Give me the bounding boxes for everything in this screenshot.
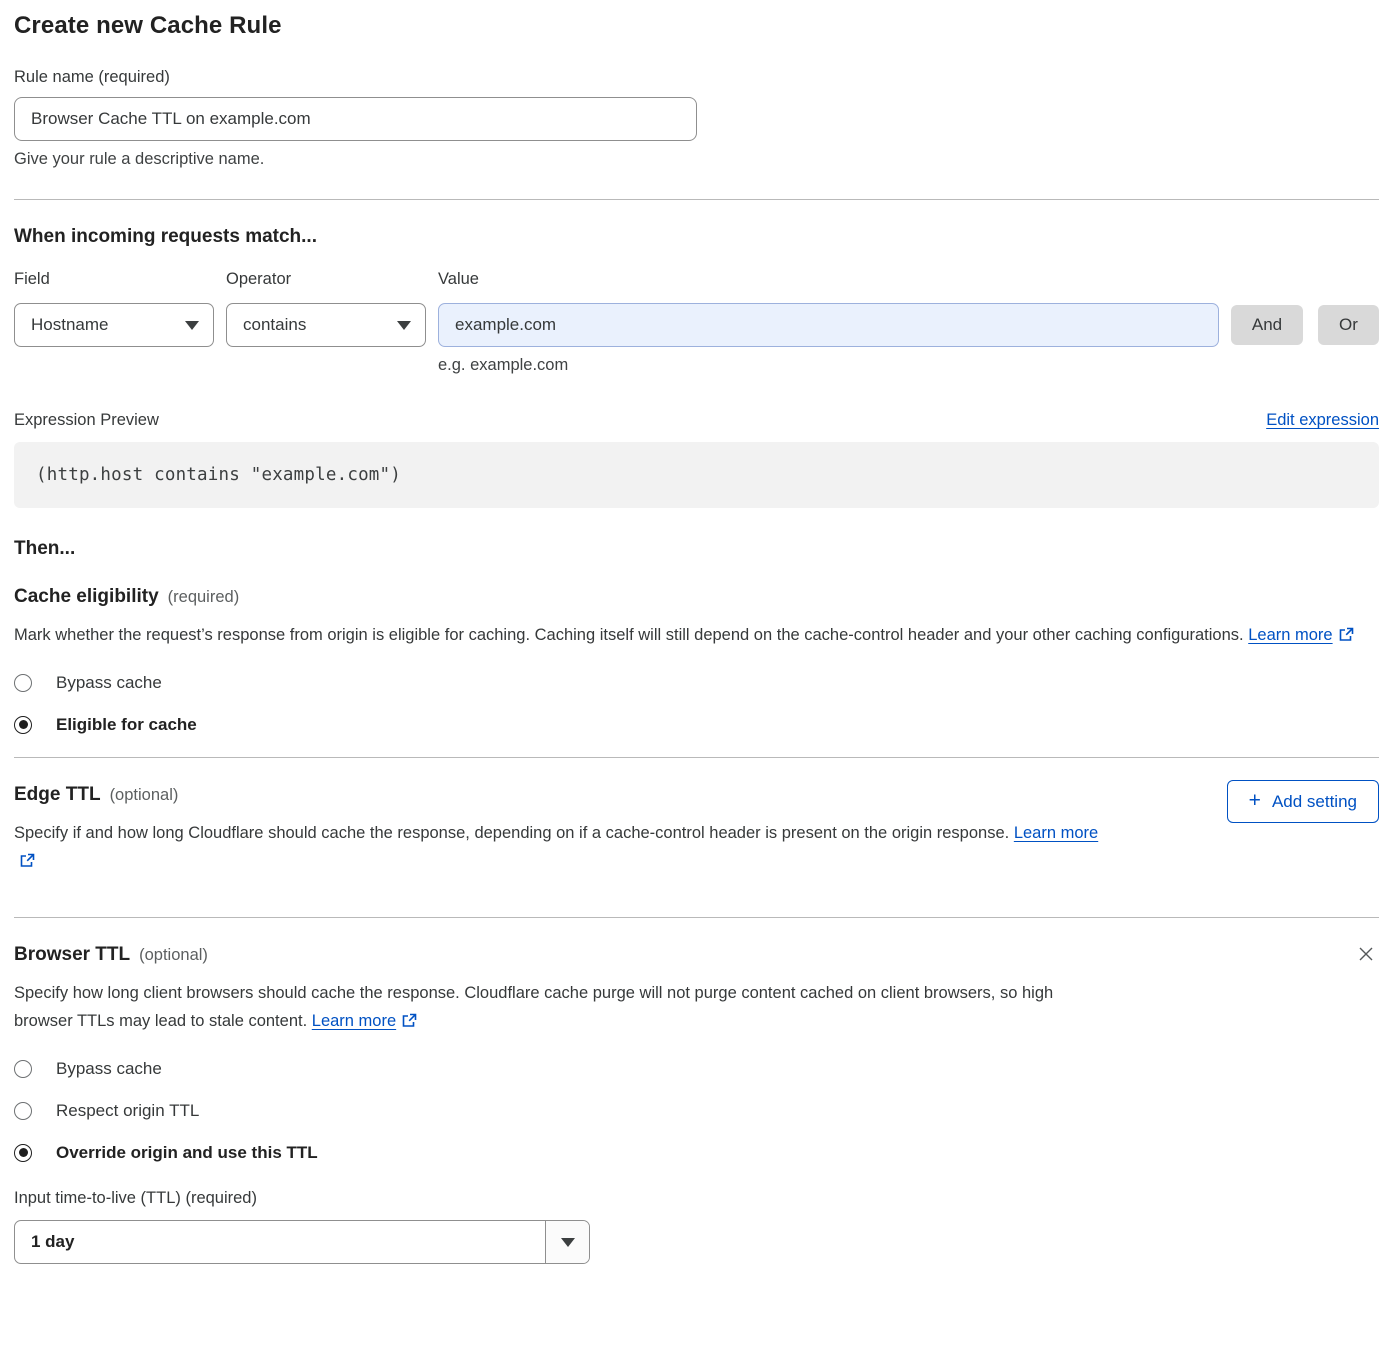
plus-icon: + <box>1249 790 1261 811</box>
external-link-icon <box>1339 627 1354 642</box>
rule-name-input[interactable] <box>14 97 697 141</box>
value-input[interactable] <box>438 303 1219 347</box>
radio-label: Bypass cache <box>56 673 162 693</box>
radio-label: Eligible for cache <box>56 715 197 735</box>
value-label: Value <box>438 270 1219 289</box>
browser-ttl-qualifier: (optional) <box>139 946 208 965</box>
radio-label: Override origin and use this TTL <box>56 1143 318 1163</box>
radio-bypass-cache[interactable]: Bypass cache <box>14 673 1379 693</box>
radio-circle-selected-icon[interactable] <box>14 1144 32 1162</box>
radio-circle-icon[interactable] <box>14 1102 32 1120</box>
browser-ttl-title: Browser TTL <box>14 944 130 966</box>
field-column: Field Hostname <box>14 270 214 347</box>
cache-eligibility-title: Cache eligibility <box>14 586 159 608</box>
divider <box>14 757 1379 758</box>
expression-preview-row: Expression Preview Edit expression <box>14 411 1379 430</box>
value-helper: e.g. example.com <box>438 356 1379 375</box>
operator-select[interactable]: contains <box>226 303 426 347</box>
page-title: Create new Cache Rule <box>14 12 1379 40</box>
ttl-label: Input time-to-live (TTL) (required) <box>14 1189 257 1207</box>
expression-code-box: (http.host contains "example.com") <box>14 442 1379 508</box>
divider <box>14 199 1379 200</box>
operator-label: Operator <box>226 270 426 289</box>
edge-ttl-section: Edge TTL (optional) + Add setting Specif… <box>14 784 1379 875</box>
browser-ttl-options: Bypass cache Respect origin TTL Override… <box>14 1059 1379 1163</box>
add-setting-button[interactable]: + Add setting <box>1227 780 1379 823</box>
rule-name-group: Rule name (required) Give your rule a de… <box>14 68 1379 169</box>
radio-label: Bypass cache <box>56 1059 162 1079</box>
radio-eligible-for-cache[interactable]: Eligible for cache <box>14 715 1379 735</box>
chevron-down-icon <box>397 321 411 330</box>
radio-circle-selected-icon[interactable] <box>14 716 32 734</box>
browser-ttl-description-text: Specify how long client browsers should … <box>14 984 1053 1030</box>
close-icon[interactable] <box>1353 942 1379 968</box>
cache-eligibility-description-text: Mark whether the request’s response from… <box>14 626 1244 644</box>
cache-eligibility-qualifier: (required) <box>168 588 240 607</box>
radio-label: Respect origin TTL <box>56 1101 199 1121</box>
browser-ttl-section: Browser TTL (optional) Specify how long … <box>14 944 1379 1264</box>
expression-preview-label: Expression Preview <box>14 411 159 430</box>
then-heading: Then... <box>14 538 1379 560</box>
cache-eligibility-section: Cache eligibility (required) Mark whethe… <box>14 586 1379 735</box>
operator-column: Operator contains <box>226 270 426 347</box>
ttl-select-value: 1 day <box>15 1221 545 1263</box>
cache-eligibility-options: Bypass cache Eligible for cache <box>14 673 1379 735</box>
external-link-icon <box>402 1013 417 1028</box>
browser-ttl-heading: Browser TTL (optional) <box>14 944 1379 966</box>
value-column: Value <box>438 270 1219 347</box>
condition-row: Field Hostname Operator contains Value A… <box>14 270 1379 347</box>
chevron-down-icon <box>185 321 199 330</box>
bottom-padding <box>14 1264 1379 1282</box>
radio-override-origin-ttl[interactable]: Override origin and use this TTL <box>14 1143 1379 1163</box>
edge-ttl-qualifier: (optional) <box>110 786 179 805</box>
radio-respect-origin-ttl[interactable]: Respect origin TTL <box>14 1101 1379 1121</box>
field-select[interactable]: Hostname <box>14 303 214 347</box>
rule-name-helper: Give your rule a descriptive name. <box>14 150 1379 169</box>
add-setting-label: Add setting <box>1272 792 1357 812</box>
radio-circle-icon[interactable] <box>14 674 32 692</box>
external-link-icon <box>20 853 35 868</box>
operator-select-value: contains <box>243 315 306 335</box>
rule-name-label: Rule name (required) <box>14 68 170 86</box>
field-label: Field <box>14 270 214 289</box>
chevron-down-icon <box>561 1238 575 1247</box>
edge-ttl-title: Edge TTL <box>14 784 101 806</box>
edit-expression-link[interactable]: Edit expression <box>1266 411 1379 430</box>
or-button[interactable]: Or <box>1318 305 1379 345</box>
field-select-value: Hostname <box>31 315 108 335</box>
divider <box>14 917 1379 918</box>
ttl-select-arrow-box[interactable] <box>545 1221 589 1263</box>
create-cache-rule-form: Create new Cache Rule Rule name (require… <box>0 0 1400 1282</box>
edge-ttl-description: Specify if and how long Cloudflare shoul… <box>14 819 1109 875</box>
cache-eligibility-description: Mark whether the request’s response from… <box>14 621 1379 649</box>
browser-ttl-learn-more-link[interactable]: Learn more <box>312 1012 396 1030</box>
match-heading: When incoming requests match... <box>14 226 1379 248</box>
browser-ttl-description: Specify how long client browsers should … <box>14 979 1109 1035</box>
and-button[interactable]: And <box>1231 305 1303 345</box>
radio-bypass-cache[interactable]: Bypass cache <box>14 1059 1379 1079</box>
edge-ttl-learn-more-link[interactable]: Learn more <box>1014 824 1098 842</box>
radio-circle-icon[interactable] <box>14 1060 32 1078</box>
cache-eligibility-learn-more-link[interactable]: Learn more <box>1248 626 1332 644</box>
edge-ttl-description-text: Specify if and how long Cloudflare shoul… <box>14 824 1009 842</box>
ttl-select[interactable]: 1 day <box>14 1220 590 1264</box>
cache-eligibility-heading: Cache eligibility (required) <box>14 586 1379 608</box>
edge-ttl-heading: Edge TTL (optional) <box>14 784 1379 806</box>
ttl-input-group: Input time-to-live (TTL) (required) 1 da… <box>14 1189 1379 1264</box>
